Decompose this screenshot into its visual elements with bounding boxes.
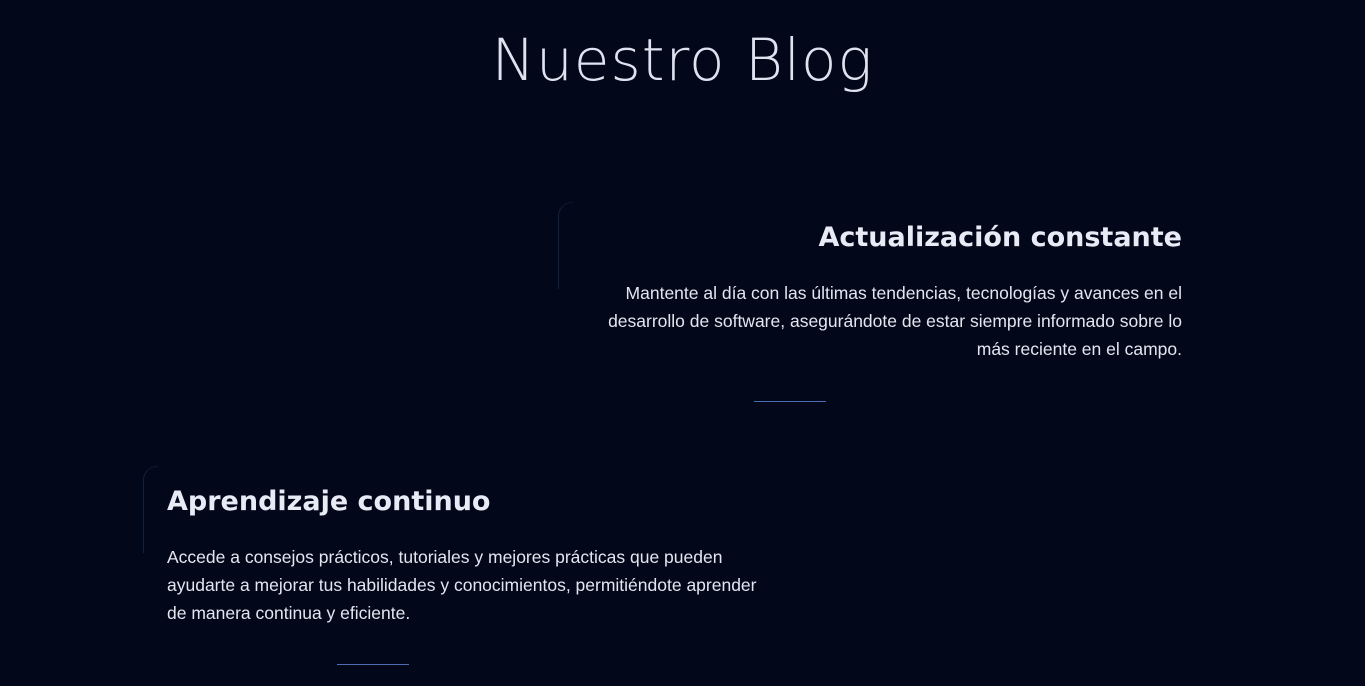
card-title: Actualización constante xyxy=(818,222,1182,253)
blog-card-actualizacion[interactable]: Actualización constante Mantente al día … xyxy=(558,202,1182,412)
card-description: Accede a consejos prácticos, tutoriales … xyxy=(167,547,757,623)
card-description: Mantente al día con las últimas tendenci… xyxy=(608,283,1182,359)
card-link-underline[interactable] xyxy=(754,401,826,402)
card-border-accent xyxy=(143,466,158,553)
blog-card-aprendizaje[interactable]: Aprendizaje continuo Accede a consejos p… xyxy=(143,466,763,676)
card-link-underline[interactable] xyxy=(337,664,409,665)
card-border-accent xyxy=(558,202,573,289)
card-title: Aprendizaje continuo xyxy=(167,486,491,517)
page-title: Nuestro Blog xyxy=(491,26,874,94)
